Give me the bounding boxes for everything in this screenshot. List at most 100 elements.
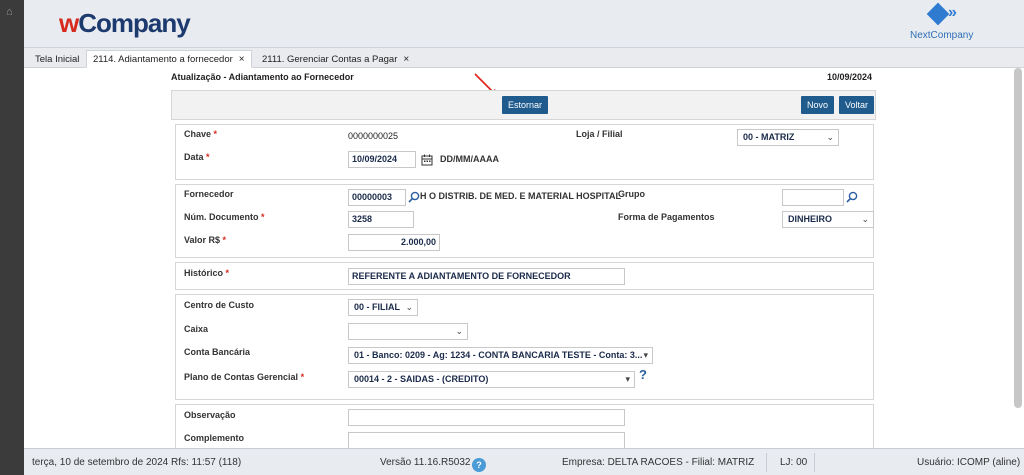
main-content: Atualização - Adiantamento ao Fornecedor…: [24, 68, 1024, 452]
chave-label: Chave *: [184, 129, 217, 139]
form-date: 10/09/2024: [826, 72, 872, 82]
tab-tela-inicial[interactable]: Tela Inicial: [28, 50, 86, 68]
vertical-scrollbar[interactable]: [1014, 68, 1022, 408]
section-financeiro: Centro de Custo 00 - FILIAL ⌄ Caixa ⌄ Con…: [175, 294, 874, 400]
nextcompany-diamond-icon: [926, 2, 950, 26]
fornecedor-name: H O DISTRIB. DE MED. E MATERIAL HOSPITAL: [420, 191, 622, 201]
required-mark: *: [222, 235, 227, 245]
compl-input[interactable]: [348, 432, 625, 449]
status-divider: [766, 453, 767, 472]
chevron-down-icon: ⌄: [405, 302, 413, 312]
form-toolbar: Estornar Novo Voltar: [171, 90, 876, 120]
section-observacao: Observação Complemento: [175, 404, 874, 452]
tab-label: 2111. Gerenciar Contas a Pagar: [262, 54, 398, 65]
forma-pag-select[interactable]: DINHEIRO ⌄: [782, 211, 874, 228]
required-mark: *: [300, 372, 305, 382]
valor-label: Valor R$ *: [184, 235, 226, 245]
historico-label: Histórico *: [184, 268, 229, 278]
help-icon[interactable]: ?: [639, 367, 647, 382]
tab-adiantamento[interactable]: 2114. Adiantamento a fornecedor ×: [86, 50, 252, 68]
required-mark: *: [261, 212, 265, 222]
grupo-input[interactable]: [782, 189, 844, 206]
status-lj: LJ: 00: [780, 457, 808, 468]
data-label-text: Data: [184, 152, 204, 162]
wcompany-logo: wCompany: [59, 8, 191, 39]
estornar-button[interactable]: Estornar: [502, 96, 549, 114]
data-label: Data *: [184, 152, 210, 162]
help-icon[interactable]: ?: [472, 458, 486, 472]
data-format-hint: DD/MM/AAAA: [440, 154, 499, 164]
close-icon[interactable]: ×: [239, 54, 245, 65]
novo-button[interactable]: Novo: [801, 96, 835, 114]
num-doc-label: Núm. Documento *: [184, 212, 265, 222]
plano-select-value: 00014 - 2 - SAIDAS - (CREDITO): [354, 374, 489, 384]
caixa-select[interactable]: ⌄: [348, 323, 468, 340]
centro-select[interactable]: 00 - FILIAL ⌄: [348, 299, 418, 316]
required-mark: *: [225, 268, 230, 278]
nextcompany-label: NextCompany: [910, 30, 974, 41]
search-icon[interactable]: [408, 191, 420, 203]
historico-label-text: Histórico: [184, 268, 224, 278]
status-divider: [814, 453, 815, 472]
status-empresa: Empresa: DELTA RACOES - Filial: MATRIZ: [562, 457, 755, 468]
chevron-down-icon: ▾: [643, 350, 648, 360]
grupo-label: Grupo: [618, 189, 645, 199]
caixa-label: Caixa: [184, 324, 209, 334]
voltar-button[interactable]: Voltar: [839, 96, 875, 114]
compl-label: Complemento: [184, 433, 245, 443]
centro-label: Centro de Custo: [184, 300, 255, 310]
logo-w: w: [59, 8, 79, 38]
tab-contas-pagar[interactable]: 2111. Gerenciar Contas a Pagar ×: [255, 50, 416, 68]
plano-select[interactable]: 00014 - 2 - SAIDAS - (CREDITO) ▾: [348, 371, 635, 388]
nextcompany-chevron-icon: »: [948, 4, 957, 21]
plano-label: Plano de Contas Gerencial *: [184, 372, 304, 382]
tab-label: Tela Inicial: [35, 54, 80, 65]
status-version: Versão 11.16.R5032: [380, 457, 471, 468]
num-doc-label-text: Núm. Documento: [184, 212, 259, 222]
required-mark: *: [213, 129, 218, 139]
num-doc-input[interactable]: 3258: [348, 211, 414, 228]
conta-select[interactable]: 01 - Banco: 0209 - Ag: 1234 - CONTA BANC…: [348, 347, 653, 364]
status-datetime: terça, 10 de setembro de 2024 Rfs: 11:57…: [32, 457, 242, 468]
conta-label: Conta Bancária: [184, 347, 251, 357]
loja-label: Loja / Filial: [576, 129, 623, 139]
forma-pag-select-value: DINHEIRO: [788, 214, 833, 224]
calendar-icon[interactable]: [421, 154, 433, 166]
valor-label-text: Valor R$: [184, 235, 221, 245]
search-icon[interactable]: [846, 191, 858, 203]
forma-pag-label: Forma de Pagamentos: [618, 212, 715, 222]
chevron-down-icon: ⌄: [861, 214, 869, 224]
adiantamento-form: Atualização - Adiantamento ao Fornecedor…: [171, 72, 876, 452]
app-header: wCompany » NextCompany: [24, 0, 1024, 48]
historico-input[interactable]: REFERENTE A ADIANTAMENTO DE FORNECEDOR: [348, 268, 625, 285]
tab-label: 2114. Adiantamento a fornecedor: [93, 54, 233, 65]
chevron-down-icon: ⌄: [455, 326, 463, 336]
nextcompany-logo: » NextCompany: [904, 2, 984, 44]
close-icon[interactable]: ×: [403, 54, 409, 65]
fornecedor-code-input[interactable]: 00000003: [348, 189, 406, 206]
section-identificacao: Chave * 0000000025 Loja / Filial 00 - MA…: [175, 124, 874, 180]
conta-select-value: 01 - Banco: 0209 - Ag: 1234 - CONTA BANC…: [354, 350, 643, 360]
left-sidebar: ⌂: [0, 0, 24, 475]
logo-company: Company: [78, 8, 190, 38]
status-usuario: Usuário: ICOMP (aline): [917, 457, 1021, 468]
tab-bar: Tela Inicial 2114. Adiantamento a fornec…: [24, 48, 1024, 68]
status-bar: terça, 10 de setembro de 2024 Rfs: 11:57…: [24, 448, 1024, 475]
obs-input[interactable]: [348, 409, 625, 426]
data-input[interactable]: 10/09/2024: [348, 151, 416, 168]
form-title: Atualização - Adiantamento ao Fornecedor: [171, 72, 354, 82]
required-mark: *: [206, 152, 210, 162]
section-historico: Histórico * REFERENTE A ADIANTAMENTO DE …: [175, 262, 874, 290]
loja-select[interactable]: 00 - MATRIZ ⌄: [737, 129, 839, 146]
loja-select-value: 00 - MATRIZ: [743, 132, 795, 142]
section-fornecedor: Fornecedor 00000003 H O DISTRIB. DE MED.…: [175, 184, 874, 258]
chevron-down-icon: ▾: [625, 374, 630, 384]
centro-select-value: 00 - FILIAL: [354, 302, 401, 312]
valor-input[interactable]: 2.000,00: [348, 234, 440, 251]
obs-label: Observação: [184, 410, 236, 420]
plano-label-text: Plano de Contas Gerencial: [184, 372, 299, 382]
chave-label-text: Chave: [184, 129, 212, 139]
chave-value: 0000000025: [348, 131, 399, 141]
chevron-down-icon: ⌄: [826, 132, 834, 142]
home-icon[interactable]: ⌂: [6, 6, 13, 18]
